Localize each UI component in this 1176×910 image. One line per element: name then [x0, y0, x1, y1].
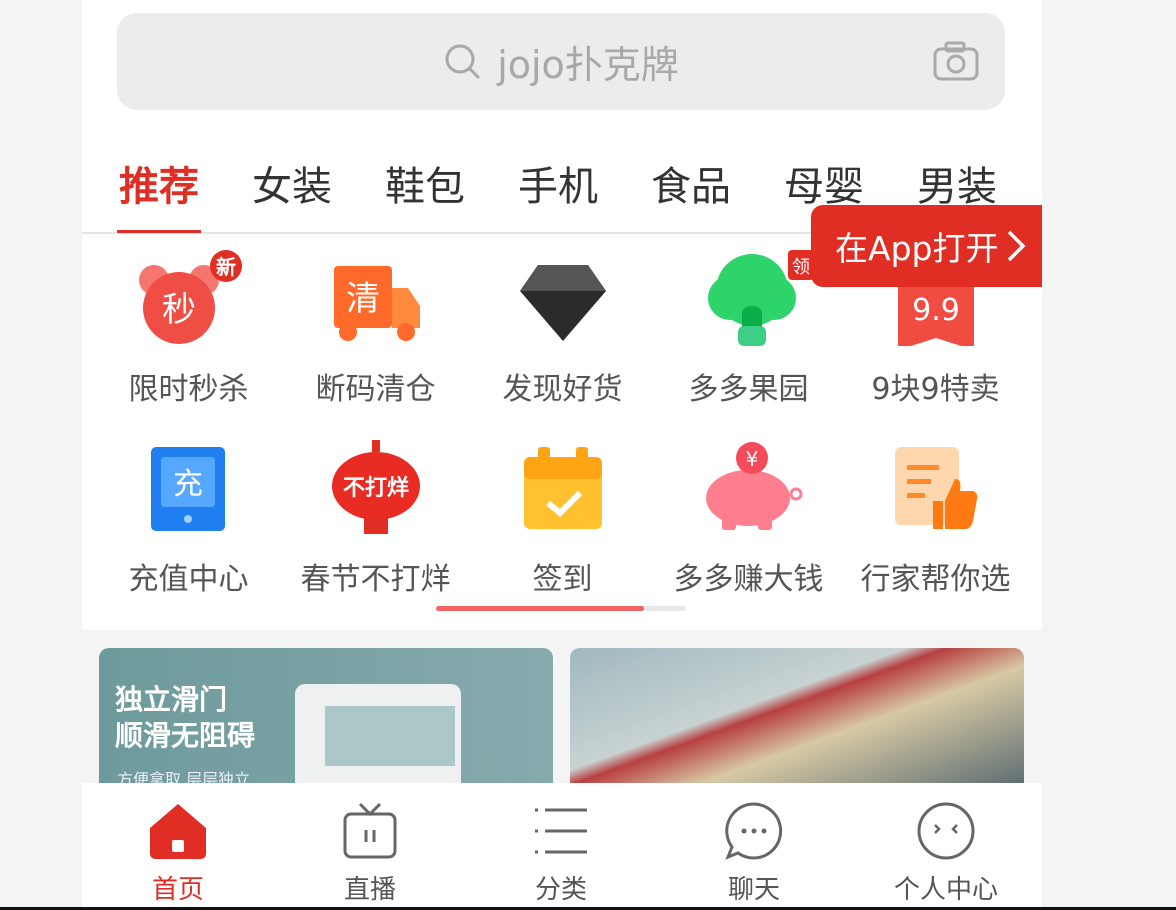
nav-categories[interactable]: 分类 — [501, 799, 621, 906]
diamond-icon — [519, 265, 606, 341]
tab-womens[interactable]: 女装 — [250, 154, 334, 212]
nav-label: 聊天 — [727, 875, 780, 905]
nav-label: 分类 — [534, 875, 587, 905]
nav-profile[interactable]: 个人中心 — [886, 799, 1006, 906]
tree-icon: 领 — [707, 250, 814, 346]
tablet-icon: 充 — [150, 447, 225, 531]
chevron-right-icon — [1008, 230, 1026, 262]
lantern-icon: 不打烊 — [331, 440, 420, 534]
tab-shoes-bags[interactable]: 鞋包 — [383, 154, 467, 212]
chat-icon — [725, 802, 783, 860]
tv-icon — [343, 802, 397, 859]
svg-text:清: 清 — [346, 279, 380, 319]
shortcut-expert-picks[interactable]: 行家帮你选 — [842, 440, 1029, 598]
shortcut-label: 断码清仓 — [315, 372, 436, 407]
tab-mens[interactable]: 男装 — [915, 154, 999, 212]
shortcut-spring-festival[interactable]: 不打烊 春节不打烊 — [282, 440, 469, 598]
shortcut-flash-sale[interactable]: 秒新 限时秒杀 — [95, 250, 282, 408]
shortcut-clearance[interactable]: 清 断码清仓 — [282, 250, 469, 408]
nav-label: 直播 — [343, 875, 396, 905]
shortcut-scroll-indicator — [436, 606, 686, 611]
tab-baby[interactable]: 母婴 — [782, 154, 866, 212]
nav-chat[interactable]: 聊天 — [694, 799, 814, 906]
home-icon — [150, 804, 206, 859]
open-in-app-button[interactable]: 在App打开 — [811, 205, 1042, 287]
open-app-label: 在App打开 — [835, 229, 999, 268]
shortcut-earn-money[interactable]: ¥ 多多赚大钱 — [655, 440, 842, 598]
svg-text:¥: ¥ — [745, 447, 758, 471]
banner-title-line: 顺滑无阻碍 — [115, 719, 256, 752]
shortcut-label: 限时秒杀 — [128, 372, 249, 407]
tab-food[interactable]: 食品 — [649, 154, 733, 212]
tab-phones[interactable]: 手机 — [516, 154, 600, 212]
svg-text:不打烊: 不打烊 — [342, 475, 408, 501]
svg-text:领: 领 — [792, 257, 810, 278]
shortcut-recharge[interactable]: 充 充值中心 — [95, 440, 282, 598]
product-image — [295, 684, 461, 788]
shortcut-label: 9块9特卖 — [871, 372, 1000, 407]
nav-home[interactable]: 首页 — [118, 799, 238, 906]
scroll-indicator-fill — [436, 606, 644, 611]
shortcut-label: 多多赚大钱 — [673, 562, 824, 597]
camera-icon[interactable] — [933, 41, 979, 81]
nav-live[interactable]: 直播 — [310, 799, 430, 906]
svg-text:秒: 秒 — [162, 290, 196, 330]
svg-text:充: 充 — [173, 467, 203, 502]
shortcut-label: 发现好货 — [502, 372, 623, 407]
alarm-clock-icon: 秒新 — [138, 250, 242, 344]
shortcut-label: 行家帮你选 — [860, 562, 1011, 597]
nav-label: 个人中心 — [893, 875, 998, 905]
shortcut-discover[interactable]: 发现好货 — [469, 250, 656, 408]
truck-icon: 清 — [333, 266, 420, 341]
tab-recommend[interactable]: 推荐 — [117, 154, 201, 233]
bottom-nav: 首页 直播 分类 聊天 个人中心 — [82, 783, 1042, 907]
shortcut-label: 签到 — [532, 562, 593, 597]
face-icon — [917, 802, 975, 860]
banner-title-line: 独立滑门 — [115, 683, 228, 716]
nav-label: 首页 — [151, 875, 204, 905]
piggy-bank-icon: ¥ — [705, 442, 802, 530]
product-card-banner[interactable]: 独立滑门 顺滑无阻碍 方便拿取 层层独立 — [99, 648, 553, 788]
search-placeholder: jojo扑克牌 — [497, 43, 679, 87]
shortcut-label: 多多果园 — [688, 372, 809, 407]
svg-text:9.9: 9.9 — [912, 293, 960, 328]
shortcut-check-in[interactable]: 签到 — [469, 440, 656, 598]
search-bar[interactable]: jojo扑克牌 — [117, 13, 1005, 110]
shortcut-label: 充值中心 — [128, 562, 249, 597]
svg-text:新: 新 — [216, 255, 236, 279]
calendar-check-icon — [523, 447, 602, 529]
list-icon — [535, 808, 587, 854]
thumbs-up-doc-icon — [894, 447, 977, 529]
banner-title: 独立滑门 顺滑无阻碍 — [115, 682, 255, 754]
main-content: jojo扑克牌 推荐 女装 鞋包 手机 食品 母婴 男装 在App打开 秒新 限… — [82, 0, 1042, 630]
product-card-banner[interactable] — [570, 648, 1024, 788]
shortcut-label: 春节不打烊 — [300, 562, 451, 597]
search-icon — [445, 44, 481, 79]
